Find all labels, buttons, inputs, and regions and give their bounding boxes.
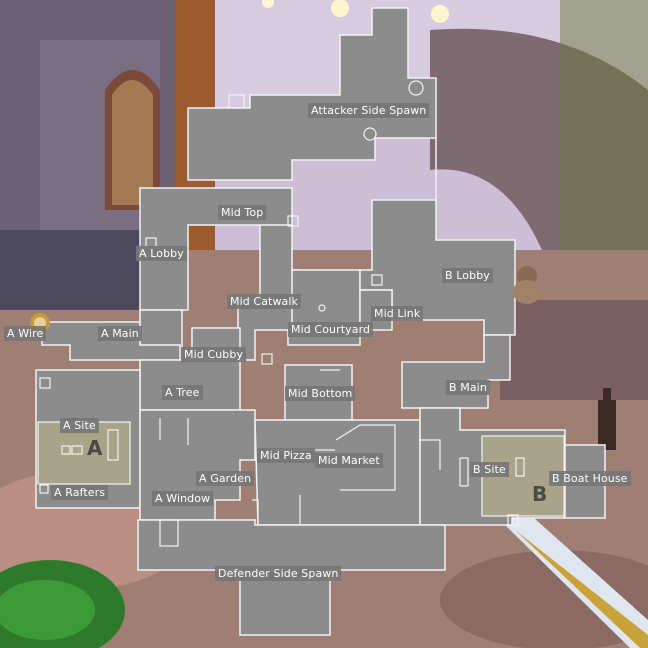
label-a-tree: A Tree (162, 385, 203, 400)
label-b-main: B Main (446, 380, 490, 395)
label-attacker-side-spawn: Attacker Side Spawn (308, 103, 430, 118)
label-a-main: A Main (98, 326, 142, 341)
label-a-window: A Window (152, 491, 214, 506)
label-a-rafters: A Rafters (51, 485, 109, 500)
label-mid-cubby: Mid Cubby (181, 347, 247, 362)
label-mid-pizza: Mid Pizza (257, 448, 315, 463)
label-defender-side-spawn: Defender Side Spawn (215, 566, 342, 581)
label-b-boat-house: B Boat House (549, 471, 631, 486)
label-mid-link: Mid Link (371, 306, 424, 321)
label-a-lobby: A Lobby (136, 246, 187, 261)
label-a-garden: A Garden (196, 471, 255, 486)
label-mid-bottom: Mid Bottom (285, 386, 356, 401)
site-letter-b: B (532, 482, 548, 506)
label-mid-catwalk: Mid Catwalk (227, 294, 302, 309)
label-mid-courtyard: Mid Courtyard (288, 322, 374, 337)
label-mid-market: Mid Market (315, 453, 383, 468)
label-mid-top: Mid Top (218, 205, 267, 220)
label-b-lobby: B Lobby (442, 268, 493, 283)
site-letter-a: A (87, 436, 103, 460)
label-a-wire: A Wire (4, 326, 47, 341)
label-b-site: B Site (470, 462, 509, 477)
label-a-site: A Site (60, 418, 99, 433)
